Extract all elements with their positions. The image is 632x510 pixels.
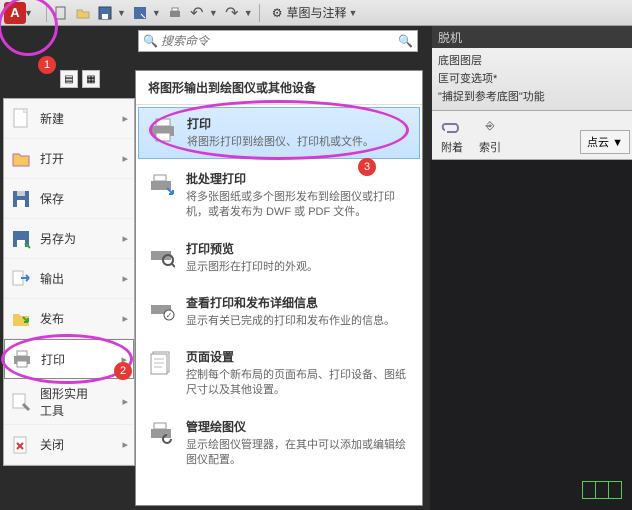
search-icon: 🔍 (143, 34, 158, 48)
menu-save[interactable]: 保存 (4, 179, 134, 219)
submenu-print-details[interactable]: ✓ 查看打印和发布详细信息显示有关已完成的打印和发布作业的信息。 (136, 285, 422, 339)
menu-saveas[interactable]: 另存为▸ (4, 219, 134, 259)
printer-icon (11, 348, 33, 370)
layer-label: 底图图层 (438, 52, 482, 68)
wrench-icon (10, 391, 32, 413)
floppy-arrow-icon (10, 228, 32, 250)
doc-grid-icon: ▦ (82, 70, 100, 88)
point-cloud-dropdown[interactable]: 点云 ▼ (580, 130, 630, 154)
new-doc-icon (10, 108, 32, 130)
plotter-manage-icon (148, 419, 176, 447)
open-folder-icon (10, 148, 32, 170)
print-icon[interactable] (167, 5, 183, 21)
floppy-icon (10, 188, 32, 210)
index-icon: ⎆ (476, 115, 504, 137)
search-go-icon[interactable]: 🔍 (398, 34, 413, 48)
menu-publish[interactable]: 发布▸ (4, 299, 134, 339)
gear-icon: ⚙ (272, 6, 283, 20)
undo-icon[interactable]: ↶ (189, 5, 205, 21)
printer-large-icon (149, 116, 177, 144)
submenu-batch-print[interactable]: 批处理打印将多张图纸或多个图形发布到绘图仪或打印机，或者发布为 DWF 或 PD… (136, 161, 422, 231)
submenu-print[interactable]: 打印将图形打印到绘图仪、打印机或文件。 (138, 107, 420, 159)
menu-close[interactable]: 关闭▸ (4, 425, 134, 465)
menu-utilities[interactable]: 图形实用 工具▸ (4, 379, 134, 425)
index-button[interactable]: ⎆ 索引 (476, 115, 504, 155)
application-menu: 新建▸ 打开▸ 保存 另存为▸ 输出▸ 发布▸ 打印▸ 图形实用 工具▸ 关闭▸ (3, 98, 135, 466)
printer-batch-icon (148, 171, 176, 199)
new-icon[interactable] (53, 5, 69, 21)
export-icon (10, 268, 32, 290)
submenu-page-setup[interactable]: 页面设置控制每个新布局的页面布局、打印设备、图纸尺寸以及其他设置。 (136, 339, 422, 409)
recent-toggle[interactable]: ▤ ▦ (60, 70, 100, 88)
printer-info-icon: ✓ (148, 295, 176, 323)
svg-text:✓: ✓ (166, 311, 173, 320)
menu-export[interactable]: 输出▸ (4, 259, 134, 299)
clip-icon (438, 115, 466, 137)
submenu-heading: 将图形输出到绘图仪或其他设备 (136, 71, 422, 105)
chevron-down-icon: ▼ (348, 8, 357, 18)
annotation-badge-1: 1 (38, 56, 56, 74)
workspace-switcher[interactable]: ⚙ 草图与注释 ▼ (266, 4, 364, 21)
saveas-icon[interactable] (132, 5, 148, 21)
right-tab[interactable]: 脱机 (432, 26, 632, 48)
printer-preview-icon (148, 241, 176, 269)
app-menu-dropdown-icon[interactable]: ▼ (24, 8, 33, 18)
redo-icon[interactable]: ↷ (224, 5, 240, 21)
title-bar: A ▼ ▼ ▼ ↶▼ ↷▼ ⚙ 草图与注释 ▼ (0, 0, 632, 26)
print-submenu: 将图形输出到绘图仪或其他设备 打印将图形打印到绘图仪、打印机或文件。 批处理打印… (135, 70, 423, 506)
search-box[interactable]: 🔍 🔍 (138, 30, 418, 52)
submenu-manage-plotter[interactable]: 管理绘图仪显示绘图仪管理器，在其中可以添加或编辑绘图仪配置。 (136, 409, 422, 479)
drawing-canvas[interactable] (430, 160, 632, 510)
annotation-badge-3: 3 (358, 158, 376, 176)
close-doc-icon (10, 434, 32, 456)
open-icon[interactable] (75, 5, 91, 21)
annotation-badge-2: 2 (114, 362, 132, 380)
doc-list-icon: ▤ (60, 70, 78, 88)
attach-button[interactable]: 附着 (438, 115, 466, 155)
menu-new[interactable]: 新建▸ (4, 99, 134, 139)
save-icon[interactable] (97, 5, 113, 21)
workspace-label: 草图与注释 (286, 4, 346, 21)
options-label: 匡可变选项* (438, 70, 497, 86)
page-setup-icon (148, 349, 176, 377)
app-logo[interactable]: A (4, 2, 26, 24)
publish-icon (10, 308, 32, 330)
submenu-print-preview[interactable]: 打印预览显示图形在打印时的外观。 (136, 231, 422, 285)
snap-label: "捕捉到参考底图"功能 (438, 88, 545, 104)
menu-open[interactable]: 打开▸ (4, 139, 134, 179)
search-input[interactable] (161, 34, 398, 48)
drawing-geometry (583, 481, 622, 504)
